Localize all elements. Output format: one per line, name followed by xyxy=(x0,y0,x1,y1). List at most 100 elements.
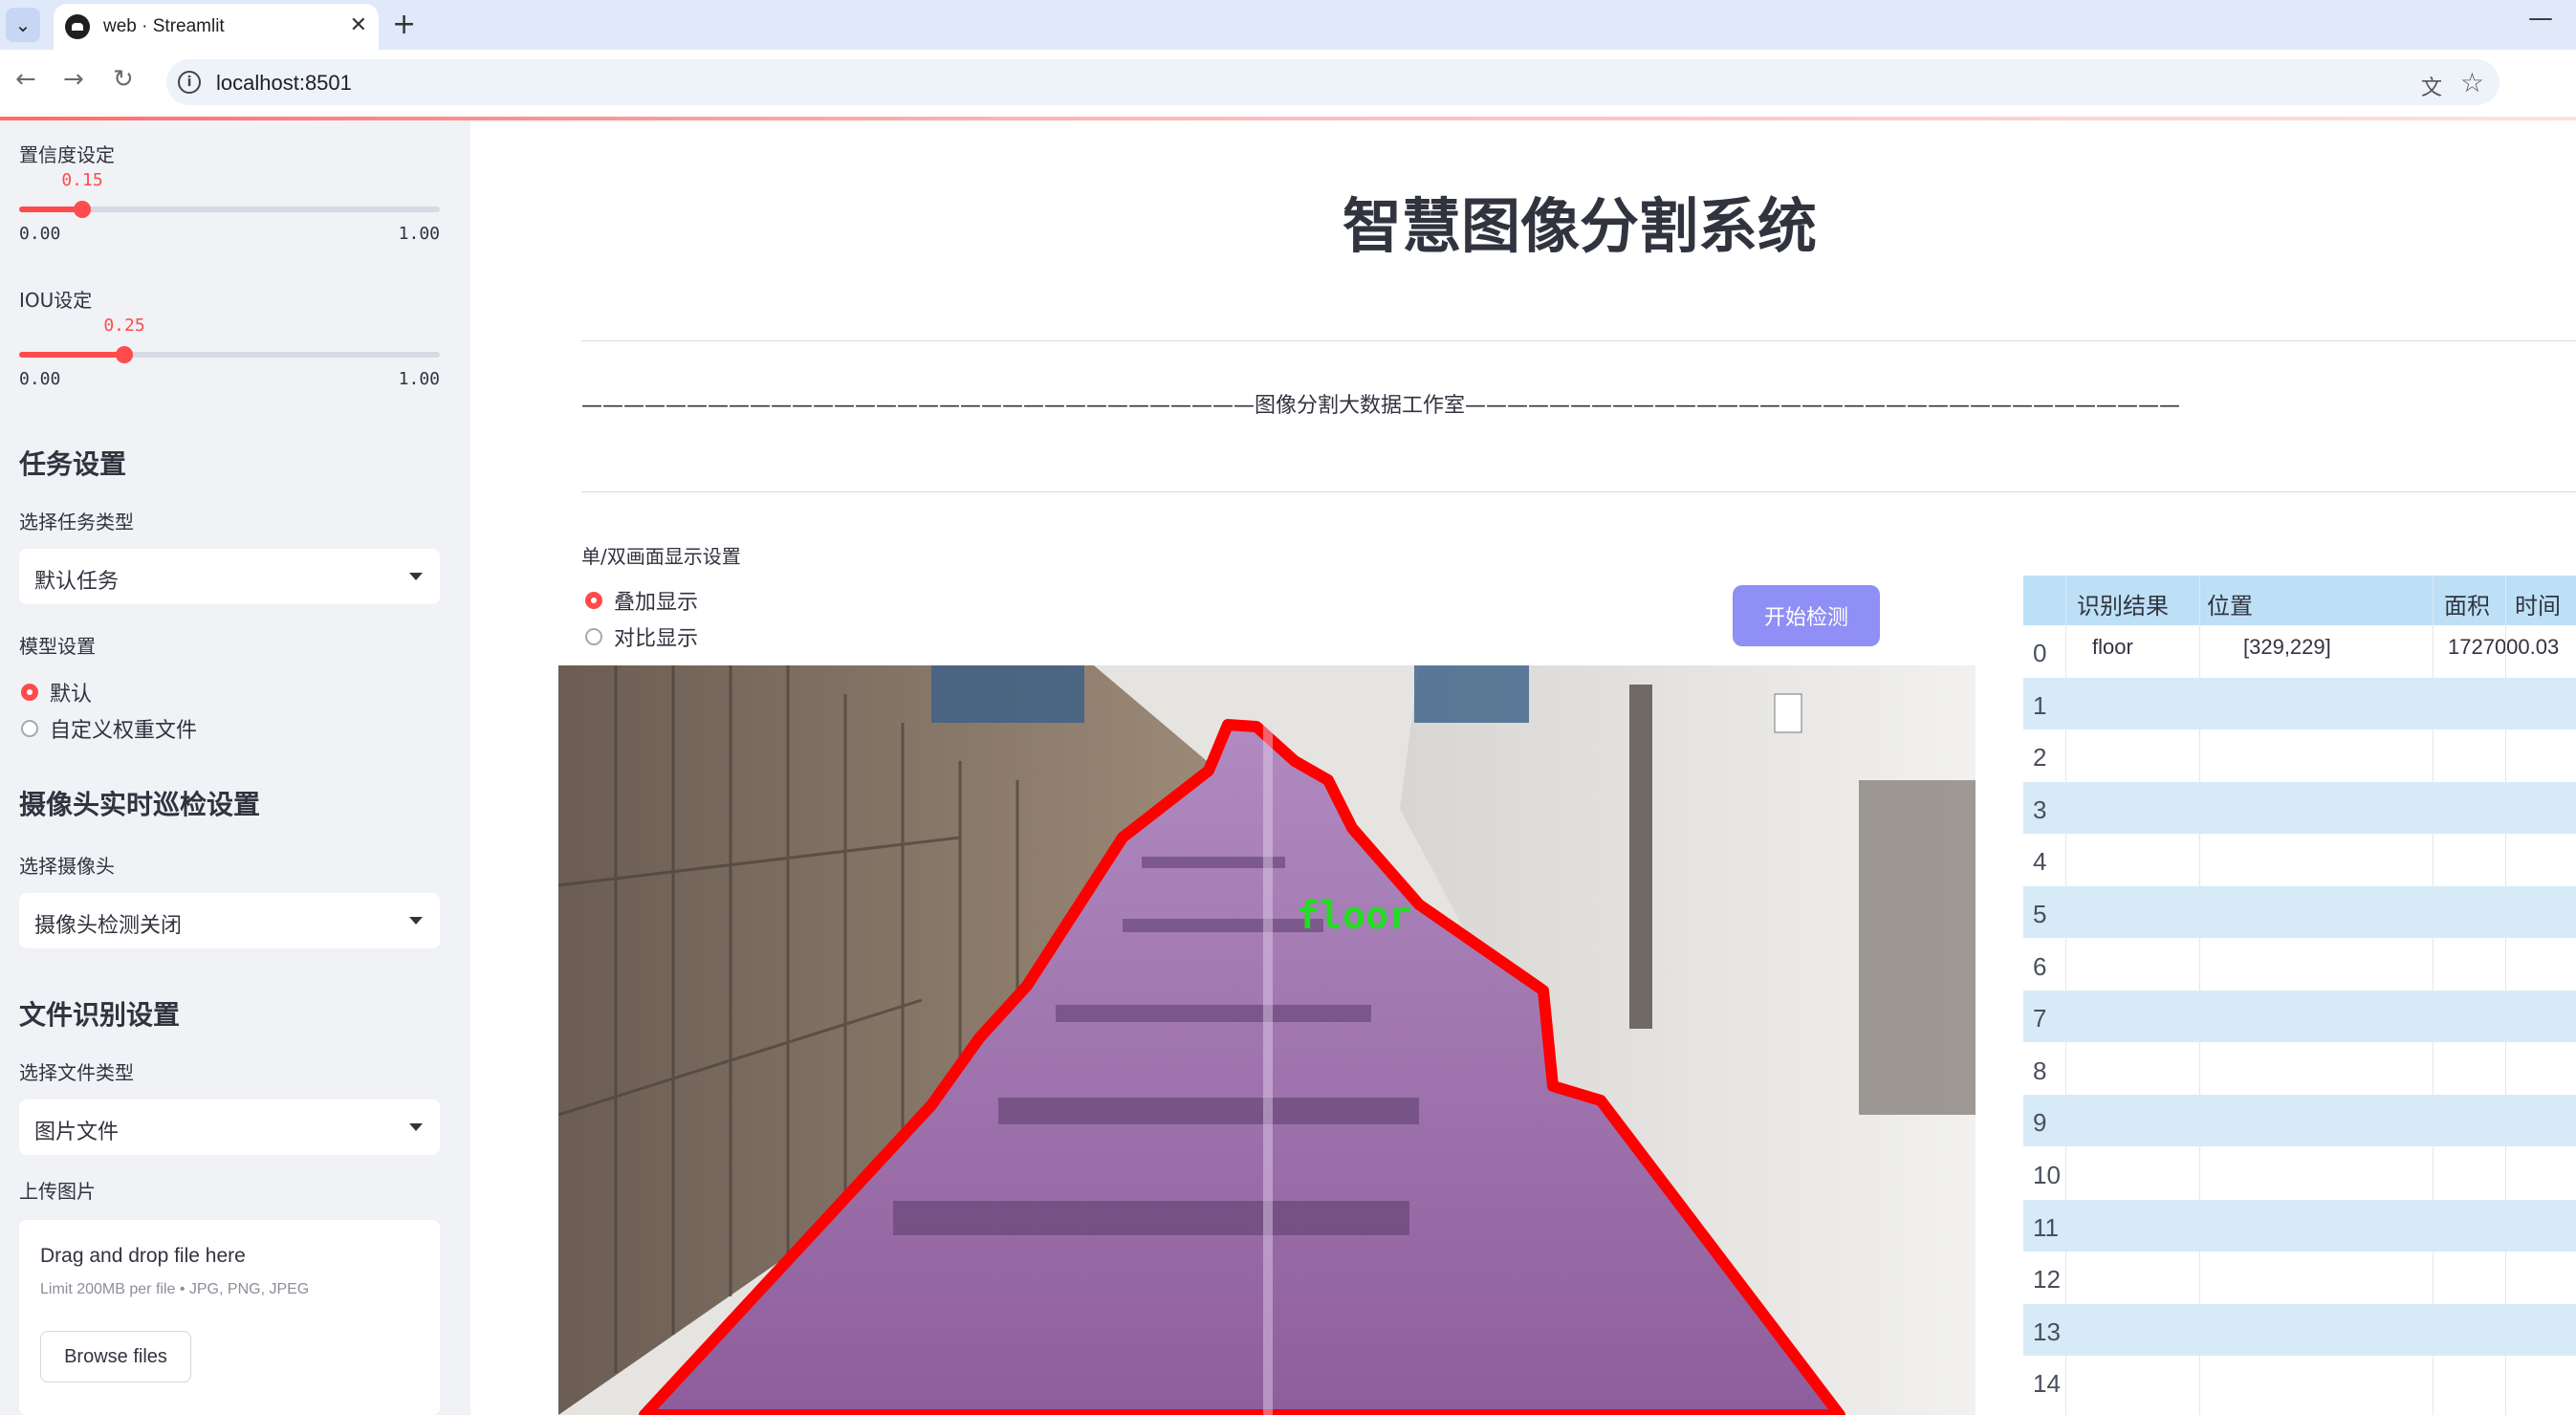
camera-settings-header: 摄像头实时巡检设置 xyxy=(19,789,261,820)
cell-result: floor xyxy=(2092,635,2133,659)
address-bar: ← → ↻ i localhost:8501 文 ☆ xyxy=(0,50,2576,118)
back-icon[interactable]: ← xyxy=(15,65,36,94)
window-right xyxy=(1414,665,1529,723)
file-uploader-dropzone[interactable]: Drag and drop file here Limit 200MB per … xyxy=(19,1220,440,1415)
display-mode-label: 单/双画面显示设置 xyxy=(581,545,741,568)
door-frame xyxy=(1629,685,1652,1029)
model-option-custom[interactable]: 自定义权重文件 xyxy=(21,713,197,744)
camera-select-label: 选择摄像头 xyxy=(19,855,115,878)
segmentation-canvas: floor xyxy=(558,665,1976,1415)
chevron-down-icon xyxy=(409,1123,423,1131)
slider-min: 0.00 xyxy=(19,224,61,244)
radio-selected[interactable] xyxy=(21,684,38,701)
iou-slider[interactable]: 0.25 0.00 1.00 xyxy=(19,316,440,389)
table-row[interactable]: 2 xyxy=(2023,729,2576,781)
tab-list-chevron-icon[interactable]: ⌄ xyxy=(6,8,40,42)
radio-unselected[interactable] xyxy=(21,720,38,737)
studio-divider-text: ————————————————————————————————图像分割大数据工… xyxy=(581,394,2181,418)
row-index: 8 xyxy=(2033,1056,2047,1085)
segmentation-result-image: floor xyxy=(558,665,1976,1415)
table-row[interactable]: 4 xyxy=(2023,834,2576,885)
slider-value: 0.25 xyxy=(103,316,145,336)
slider-thumb[interactable] xyxy=(74,201,91,218)
column-divider xyxy=(2065,576,2066,1415)
row-index: 10 xyxy=(2033,1161,2061,1189)
table-header: 识别结果 位置 面积 时间 xyxy=(2023,576,2576,625)
table-row[interactable]: 14 xyxy=(2023,1356,2576,1407)
table-row[interactable]: 1 xyxy=(2023,677,2576,729)
bookmark-star-icon[interactable]: ☆ xyxy=(2460,67,2484,98)
radio-selected[interactable] xyxy=(585,592,602,609)
file-type-select[interactable]: 图片文件 xyxy=(19,1099,440,1155)
chevron-down-icon xyxy=(409,917,423,925)
results-table[interactable]: 识别结果 位置 面积 时间 0 floor [329,229] 1727000.03 1… xyxy=(2023,576,2576,1415)
reload-icon[interactable]: ↻ xyxy=(113,65,134,94)
wall-sign xyxy=(1774,693,1802,733)
display-option-compare[interactable]: 对比显示 xyxy=(585,621,698,652)
divider-line xyxy=(581,491,2576,492)
slider-max: 1.00 xyxy=(398,224,440,244)
upload-label: 上传图片 xyxy=(19,1180,96,1203)
row-index: 0 xyxy=(2033,639,2047,667)
chevron-down-icon xyxy=(409,573,423,580)
table-row[interactable]: 3 xyxy=(2023,781,2576,834)
row-index: 5 xyxy=(2033,900,2047,928)
new-tab-icon[interactable]: + xyxy=(392,8,416,41)
site-info-icon[interactable]: i xyxy=(178,71,201,94)
radio-label: 默认 xyxy=(50,683,93,707)
column-header-position[interactable]: 位置 xyxy=(2207,587,2253,620)
table-row[interactable]: 11 xyxy=(2023,1199,2576,1252)
row-index: 14 xyxy=(2033,1369,2061,1399)
forward-icon[interactable]: → xyxy=(63,65,84,94)
browse-files-button[interactable]: Browse files xyxy=(40,1331,191,1382)
column-header-result[interactable]: 识别结果 xyxy=(2077,587,2169,620)
confidence-label: 置信度设定 xyxy=(19,143,115,166)
detection-label: floor xyxy=(1297,894,1411,938)
row-index: 13 xyxy=(2033,1317,2061,1346)
window-left xyxy=(931,665,1084,723)
slider-value: 0.15 xyxy=(61,170,103,190)
row-index: 11 xyxy=(2033,1212,2059,1242)
table-row[interactable]: 7 xyxy=(2023,990,2576,1043)
iou-label: IOU设定 xyxy=(19,289,93,312)
streamlit-favicon-icon xyxy=(65,14,90,39)
slider-fill xyxy=(19,352,124,358)
table-row[interactable]: 12 xyxy=(2023,1252,2576,1303)
browser-tab-bar: ⌄ web · Streamlit ✕ + — xyxy=(0,0,2576,50)
task-type-select[interactable]: 默认任务 xyxy=(19,549,440,604)
main-content: 智慧图像分割系统 ———————————————————————————————… xyxy=(470,120,2576,1415)
row-index: 9 xyxy=(2033,1108,2047,1138)
confidence-slider[interactable]: 0.15 0.00 1.00 xyxy=(19,170,440,244)
translate-icon[interactable]: 文 xyxy=(2421,71,2442,101)
row-index: 4 xyxy=(2033,847,2047,877)
url-field[interactable]: i localhost:8501 文 ☆ xyxy=(166,59,2500,105)
table-row[interactable]: 13 xyxy=(2023,1303,2576,1356)
cell-area: 1727000.03 xyxy=(2448,635,2560,659)
table-row[interactable]: 6 xyxy=(2023,939,2576,990)
tab-close-icon[interactable]: ✕ xyxy=(350,13,367,37)
window-minimize-icon[interactable]: — xyxy=(2528,4,2553,33)
row-index: 2 xyxy=(2033,743,2047,773)
slider-thumb[interactable] xyxy=(116,346,133,363)
table-row[interactable]: 8 xyxy=(2023,1043,2576,1095)
file-type-value: 图片文件 xyxy=(34,1121,120,1144)
door-right xyxy=(1859,780,1976,1115)
radio-unselected[interactable] xyxy=(585,628,602,645)
camera-select[interactable]: 摄像头检测关闭 xyxy=(19,893,440,948)
table-row[interactable]: 10 xyxy=(2023,1147,2576,1199)
url-text: localhost:8501 xyxy=(216,71,352,95)
radio-label: 叠加显示 xyxy=(614,591,699,615)
model-option-default[interactable]: 默认 xyxy=(21,677,92,708)
table-row[interactable]: 0 floor [329,229] 1727000.03 xyxy=(2023,625,2576,677)
file-settings-header: 文件识别设置 xyxy=(19,999,181,1031)
column-header-area[interactable]: 面积 xyxy=(2444,587,2490,620)
table-row[interactable]: 5 xyxy=(2023,886,2576,938)
row-index: 12 xyxy=(2033,1265,2061,1295)
table-row[interactable]: 9 xyxy=(2023,1095,2576,1147)
column-header-time[interactable]: 时间 xyxy=(2515,587,2561,620)
display-option-overlay[interactable]: 叠加显示 xyxy=(585,585,698,616)
slider-max: 1.00 xyxy=(398,369,440,389)
sidebar: 置信度设定 0.15 0.00 1.00 IOU设定 0.25 0.00 1.0… xyxy=(0,120,470,1415)
browser-tab[interactable]: web · Streamlit ✕ xyxy=(54,4,379,50)
start-detection-button[interactable]: 开始检测 xyxy=(1733,585,1880,646)
